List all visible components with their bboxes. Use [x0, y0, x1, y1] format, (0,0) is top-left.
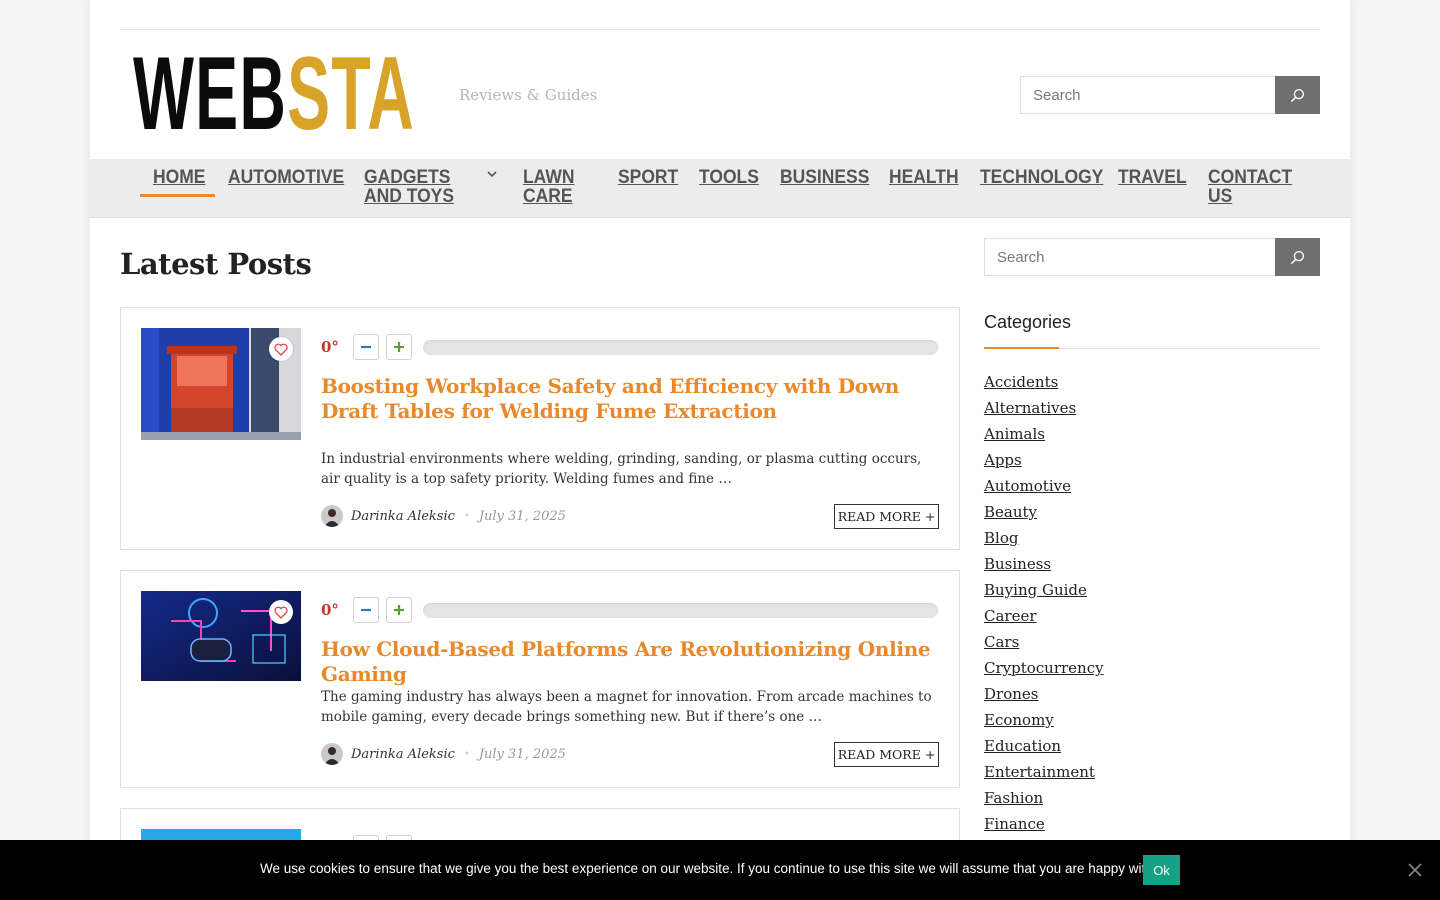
logo-text-web: WEB — [133, 36, 288, 152]
post-excerpt: The gaming industry has always been a ma… — [321, 689, 932, 725]
chevron-down-icon[interactable] — [487, 170, 497, 178]
post-date[interactable]: July 31, 2025 — [479, 747, 566, 762]
category-link[interactable]: Entertainment — [984, 759, 1104, 785]
page-container: WEBSTA Reviews & Guides HOME AUTOMOTIVE … — [90, 0, 1350, 900]
minus-icon — [361, 345, 371, 349]
read-more-button[interactable]: READ MORE + — [834, 504, 939, 529]
post-card: 0° How Cloud-Based Platforms Are Revolut… — [120, 570, 960, 788]
post-excerpt: In industrial environments where welding… — [321, 451, 922, 487]
nav-item-tools[interactable]: TOOLS — [699, 168, 759, 187]
cookie-notice-text: We use cookies to ensure that we give yo… — [260, 861, 1167, 876]
post-meta: Darinka Aleksic • July 31, 2025 — [321, 743, 566, 765]
header-search-form — [1020, 76, 1320, 114]
nav-item-technology[interactable]: TECHNOLOGY — [980, 168, 1103, 187]
vote-up-button[interactable] — [386, 334, 412, 360]
site-logo[interactable]: WEB STA — [133, 36, 416, 152]
favorite-button[interactable] — [269, 337, 293, 361]
category-link[interactable]: Economy — [984, 707, 1104, 733]
post-thumbnail[interactable] — [141, 591, 301, 681]
category-link[interactable]: Animals — [984, 421, 1104, 447]
post-meta: Darinka Aleksic • July 31, 2025 — [321, 505, 566, 527]
cookie-notice-bar: We use cookies to ensure that we give yo… — [0, 840, 1440, 900]
post-rating: 0° — [321, 597, 938, 623]
plus-icon — [394, 605, 404, 615]
category-link[interactable]: Buying Guide — [984, 577, 1104, 603]
post-date[interactable]: July 31, 2025 — [479, 509, 566, 524]
search-icon — [1290, 250, 1305, 264]
category-link[interactable]: Finance — [984, 811, 1104, 837]
post-title-link[interactable]: Boosting Workplace Safety and Efficiency… — [321, 374, 939, 424]
rating-bar — [423, 602, 938, 618]
author-avatar[interactable] — [321, 505, 343, 527]
categories-accent — [984, 347, 1059, 349]
plus-icon — [394, 342, 404, 352]
post-rating: 0° — [321, 334, 938, 360]
favorite-button[interactable] — [269, 600, 293, 624]
category-link[interactable]: Accidents — [984, 369, 1104, 395]
sidebar-search-button[interactable] — [1275, 238, 1320, 276]
vote-down-button[interactable] — [353, 597, 379, 623]
category-link[interactable]: Drones — [984, 681, 1104, 707]
nav-item-business[interactable]: BUSINESS — [780, 168, 869, 187]
category-link[interactable]: Business — [984, 551, 1104, 577]
nav-item-gadgets-and-toys[interactable]: GADGETS AND TOYS — [364, 168, 456, 206]
nav-item-travel[interactable]: TRAVEL — [1118, 168, 1187, 187]
page-title: Latest Posts — [120, 247, 312, 281]
category-link[interactable]: Blog — [984, 525, 1104, 551]
author-name-link[interactable]: Darinka Aleksic — [351, 509, 455, 524]
nav-item-sport[interactable]: SPORT — [618, 168, 678, 187]
search-icon — [1290, 88, 1305, 102]
nav-active-indicator — [140, 194, 215, 197]
nav-item-lawn-care[interactable]: LAWN CARE — [523, 168, 587, 206]
rating-bar — [423, 339, 938, 355]
logo-text-sta: STA — [287, 36, 416, 152]
heart-icon — [274, 343, 288, 356]
category-link[interactable]: Apps — [984, 447, 1104, 473]
category-link[interactable]: Fashion — [984, 785, 1104, 811]
heart-icon — [274, 606, 288, 619]
nav-item-contact-us[interactable]: CONTACT US — [1208, 168, 1292, 206]
top-divider — [120, 29, 1320, 30]
author-avatar[interactable] — [321, 743, 343, 765]
site-tagline: Reviews & Guides — [459, 86, 598, 104]
nav-item-health[interactable]: HEALTH — [889, 168, 959, 187]
vote-down-button[interactable] — [353, 334, 379, 360]
category-link[interactable]: Beauty — [984, 499, 1104, 525]
categories-list: Accidents Alternatives Animals Apps Auto… — [984, 369, 1104, 837]
categories-heading: Categories — [984, 312, 1072, 332]
category-link[interactable]: Cryptocurrency — [984, 655, 1104, 681]
author-name-link[interactable]: Darinka Aleksic — [351, 747, 455, 762]
main-navigation: HOME AUTOMOTIVE GADGETS AND TOYS LAWN CA… — [90, 159, 1350, 218]
post-card: 0° Boosting Workplace Safety and Efficie… — [120, 307, 960, 550]
read-more-button[interactable]: READ MORE + — [834, 742, 939, 767]
post-title-link[interactable]: How Cloud-Based Platforms Are Revolution… — [321, 637, 939, 687]
close-icon[interactable] — [1407, 862, 1423, 878]
category-link[interactable]: Alternatives — [984, 395, 1104, 421]
header-search-button[interactable] — [1275, 76, 1320, 114]
header-search-input[interactable] — [1020, 76, 1275, 114]
category-link[interactable]: Career — [984, 603, 1104, 629]
minus-icon — [361, 608, 371, 612]
cookie-accept-button[interactable]: Ok — [1143, 855, 1180, 885]
nav-item-automotive[interactable]: AUTOMOTIVE — [228, 168, 344, 187]
sidebar-search-form — [984, 238, 1320, 276]
sidebar-search-input[interactable] — [984, 238, 1275, 276]
rating-score: 0° — [321, 338, 339, 356]
vote-up-button[interactable] — [386, 597, 412, 623]
nav-item-home[interactable]: HOME — [153, 168, 205, 187]
post-thumbnail[interactable] — [141, 328, 301, 440]
rating-score: 0° — [321, 601, 339, 619]
category-link[interactable]: Automotive — [984, 473, 1104, 499]
category-link[interactable]: Cars — [984, 629, 1104, 655]
category-link[interactable]: Education — [984, 733, 1104, 759]
